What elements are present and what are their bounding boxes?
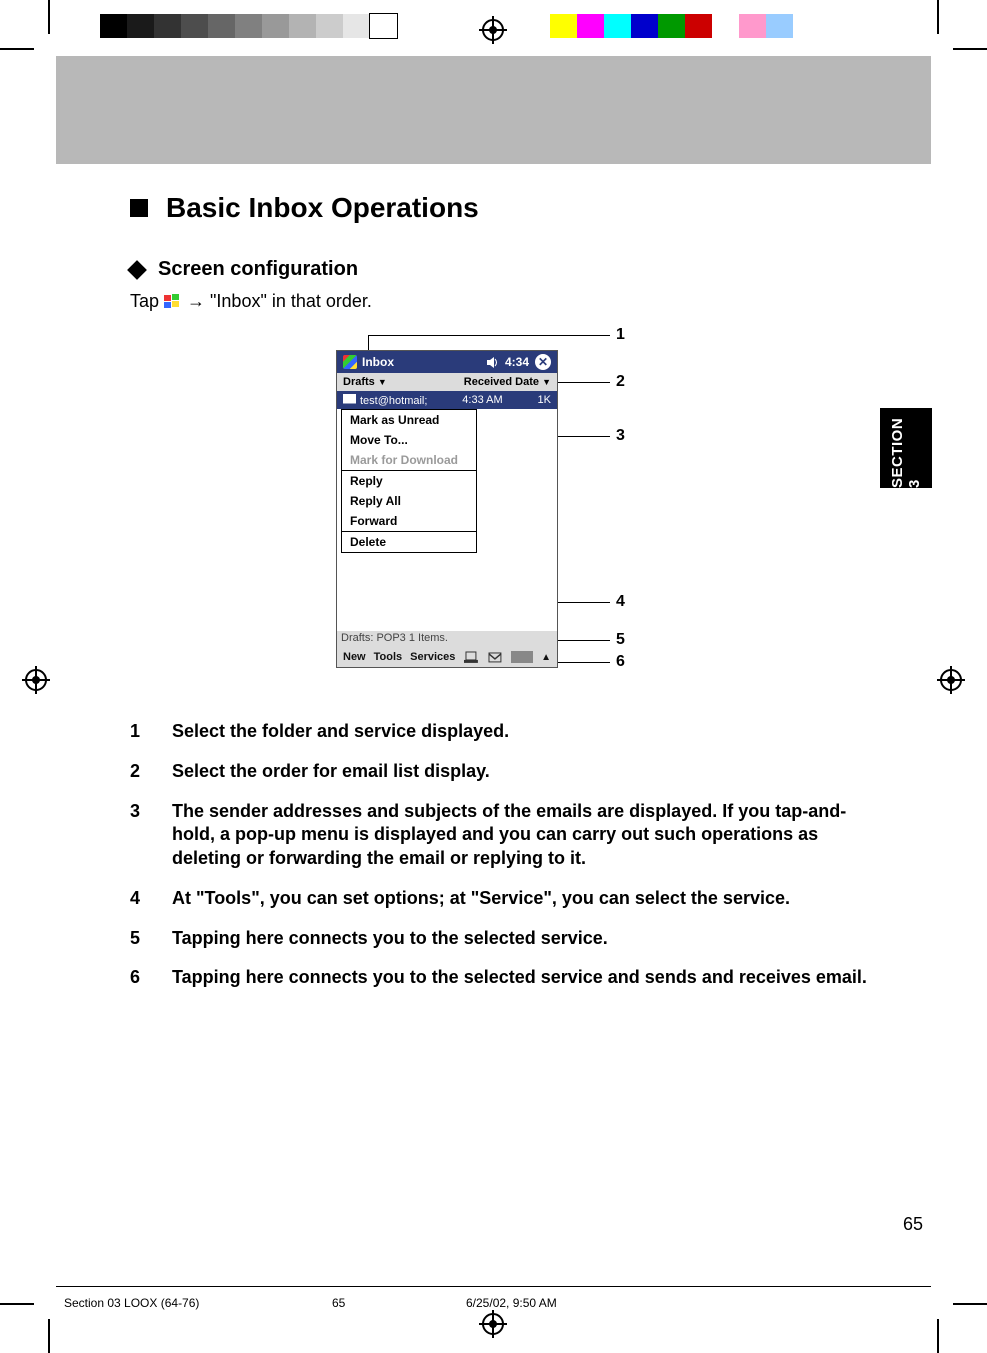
- menu-services[interactable]: Services: [410, 651, 455, 663]
- callout-line: [368, 335, 610, 336]
- crop-mark: [0, 1303, 34, 1305]
- intro-prefix: Tap: [130, 291, 159, 312]
- section-tab-label: SECTION 3: [889, 408, 923, 488]
- callout-number: 5: [616, 631, 625, 649]
- registration-mark-icon: [479, 1310, 507, 1338]
- diamond-bullet-icon: [127, 260, 147, 280]
- color-calibration-bar: [550, 14, 847, 38]
- callout-number: 2: [616, 373, 625, 391]
- callout-line: [558, 662, 610, 663]
- status-bar: Drafts: POP3 1 Items.: [337, 631, 557, 647]
- header-band: [56, 56, 931, 164]
- chevron-up-icon[interactable]: ▲: [541, 652, 551, 663]
- mail-size: 1K: [538, 394, 551, 406]
- menu-item-reply-all[interactable]: Reply All: [342, 491, 476, 511]
- section-tab: SECTION 3: [880, 408, 932, 488]
- footer-filename: Section 03 LOOX (64-76): [64, 1296, 332, 1310]
- callout-number: 6: [616, 653, 625, 671]
- menu-new[interactable]: New: [343, 651, 366, 663]
- intro-suffix: → "Inbox" in that order.: [187, 291, 372, 312]
- crop-mark: [953, 48, 987, 50]
- menu-item-forward[interactable]: Forward: [342, 511, 476, 531]
- close-icon: ✕: [535, 354, 551, 370]
- crop-mark: [937, 1319, 939, 1353]
- mail-time: 4:33 AM: [462, 394, 502, 406]
- clock-time: 4:34: [505, 355, 529, 369]
- speaker-icon: [486, 356, 499, 369]
- start-menu-icon: [163, 293, 183, 311]
- figure-area: 1 2 3 4 5 6 Inbox: [130, 330, 870, 690]
- grayscale-calibration-bar: [100, 14, 397, 38]
- print-footer: Section 03 LOOX (64-76) 65 6/25/02, 9:50…: [64, 1296, 924, 1310]
- start-flag-icon: [343, 355, 357, 369]
- heading-text: Basic Inbox Operations: [166, 192, 479, 224]
- list-item: 5Tapping here connects you to the select…: [130, 927, 870, 951]
- registration-mark-icon: [22, 666, 50, 694]
- envelope-icon: [343, 394, 356, 404]
- chevron-down-icon: ▼: [378, 377, 387, 387]
- sub-heading: Screen configuration: [130, 258, 870, 281]
- callout-line: [558, 436, 610, 437]
- list-item: 3The sender addresses and subjects of th…: [130, 800, 870, 871]
- send-receive-icon[interactable]: [487, 650, 503, 664]
- registration-mark-icon: [479, 16, 507, 44]
- menu-item-mark-unread[interactable]: Mark as Unread: [342, 410, 476, 430]
- menu-tools[interactable]: Tools: [374, 651, 403, 663]
- square-bullet-icon: [130, 199, 148, 217]
- menu-item-delete[interactable]: Delete: [342, 532, 476, 552]
- crop-mark: [48, 0, 50, 34]
- context-menu: Mark as Unread Move To... Mark for Downl…: [341, 409, 477, 553]
- crop-mark: [48, 1319, 50, 1353]
- menu-item-mark-download: Mark for Download: [342, 450, 476, 470]
- list-item: 4At "Tools", you can set options; at "Se…: [130, 887, 870, 911]
- mail-row[interactable]: test@hotmail; 4:33 AM 1K: [337, 391, 557, 409]
- callout-number: 1: [616, 326, 625, 344]
- numbered-list: 1Select the folder and service displayed…: [130, 720, 870, 990]
- callout-number: 3: [616, 427, 625, 445]
- page-number: 65: [903, 1214, 923, 1235]
- callout-number: 4: [616, 593, 625, 611]
- crop-mark: [937, 0, 939, 34]
- list-item: 2Select the order for email list display…: [130, 760, 870, 784]
- list-item: 1Select the folder and service displayed…: [130, 720, 870, 744]
- keyboard-icon[interactable]: [511, 651, 533, 663]
- list-item: 6Tapping here connects you to the select…: [130, 966, 870, 990]
- page-title: Basic Inbox Operations: [130, 192, 870, 224]
- callout-line: [558, 640, 610, 641]
- sort-selector[interactable]: Received Date: [464, 376, 539, 388]
- main-content: Basic Inbox Operations Screen configurat…: [130, 192, 870, 1006]
- connect-icon[interactable]: [463, 650, 479, 664]
- crop-mark: [953, 1303, 987, 1305]
- menu-item-move-to[interactable]: Move To...: [342, 430, 476, 450]
- intro-line: Tap → "Inbox" in that order.: [130, 291, 870, 312]
- footer-rule: [56, 1286, 931, 1287]
- title-bar: Inbox 4:34 ✕: [337, 351, 557, 373]
- crop-mark: [0, 48, 34, 50]
- app-name: Inbox: [362, 355, 394, 369]
- callout-line: [550, 382, 610, 383]
- footer-page: 65: [332, 1296, 466, 1310]
- footer-datetime: 6/25/02, 9:50 AM: [466, 1296, 557, 1310]
- sort-row: Drafts ▼ Received Date ▼: [337, 373, 557, 391]
- registration-mark-icon: [937, 666, 965, 694]
- chevron-down-icon: ▼: [542, 377, 551, 387]
- folder-selector[interactable]: Drafts: [343, 376, 375, 388]
- mail-from: test@hotmail;: [360, 395, 427, 407]
- bottom-menu: New Tools Services ▲: [337, 647, 557, 667]
- screenshot: Inbox 4:34 ✕ Drafts ▼ Received Date ▼: [336, 350, 558, 668]
- sub-heading-text: Screen configuration: [158, 258, 358, 281]
- menu-item-reply[interactable]: Reply: [342, 471, 476, 491]
